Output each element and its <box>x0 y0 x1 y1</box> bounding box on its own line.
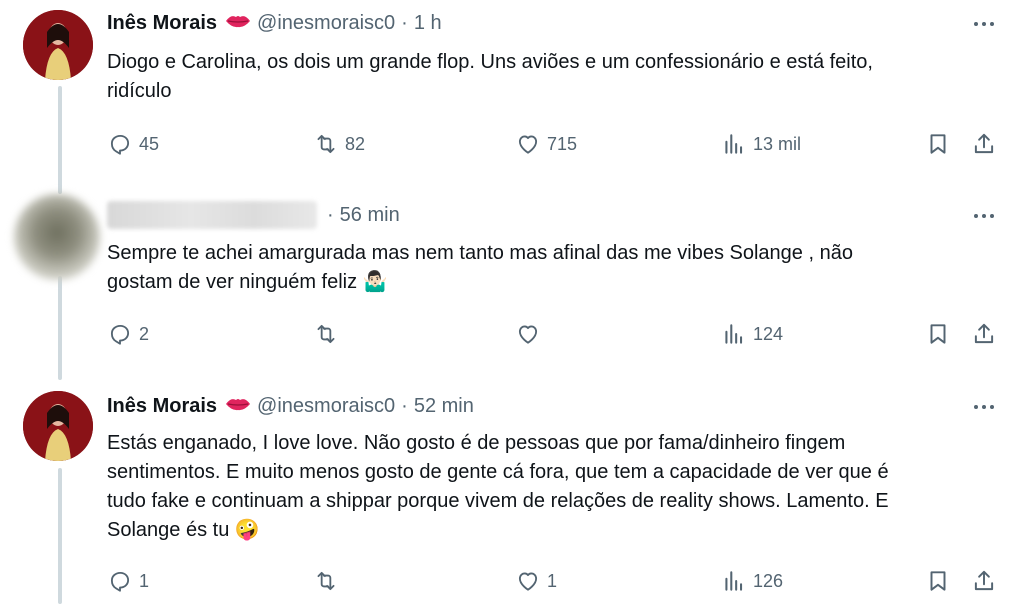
tweet[interactable]: Inês Morais @inesmoraisc0 · 1 h Diogo e … <box>0 8 1024 188</box>
bookmark-button[interactable] <box>925 130 951 158</box>
tweet-text: Sempre te achei amargurada mas nem tanto… <box>107 239 987 297</box>
tweet-text: Diogo e Carolina, os dois um grande flop… <box>107 48 987 106</box>
views-icon <box>721 321 747 347</box>
views-count: 126 <box>753 570 784 591</box>
views-button[interactable]: 124 <box>721 320 783 348</box>
timestamp[interactable]: 52 min <box>414 395 474 418</box>
views-count: 13 mil <box>753 133 802 154</box>
author-name[interactable]: Inês Morais <box>107 395 217 418</box>
avatar[interactable] <box>14 194 100 280</box>
retweet-button[interactable] <box>313 567 339 595</box>
retweet-icon <box>313 568 339 594</box>
reply-icon <box>107 568 133 594</box>
tweet-header: Inês Morais @inesmoraisc0 · 1 h <box>107 8 442 38</box>
like-icon <box>515 568 541 594</box>
tweet-text-line: gostam de ver ninguém feliz 🤷🏻‍♂️ <box>107 271 388 293</box>
avatar[interactable] <box>23 391 93 461</box>
retweet-count: 82 <box>345 133 366 154</box>
tweet-text: Estás enganado, I love love. Não gosto é… <box>107 429 987 545</box>
separator-dot: · <box>401 394 408 417</box>
like-button[interactable]: 1 <box>515 567 557 595</box>
lips-emoji-icon <box>225 12 251 35</box>
like-button[interactable] <box>515 320 541 348</box>
like-icon <box>515 131 541 157</box>
author-handle[interactable]: @inesmoraisc0 <box>257 395 395 418</box>
more-icon[interactable] <box>972 208 996 224</box>
views-icon <box>721 131 747 157</box>
like-button[interactable]: 715 <box>515 130 577 158</box>
author-handle[interactable]: @inesmoraisc0 <box>257 12 395 35</box>
share-button[interactable] <box>971 320 997 348</box>
like-icon <box>515 321 541 347</box>
share-button[interactable] <box>971 567 997 595</box>
reply-count: 45 <box>139 133 160 154</box>
author-name[interactable]: Inês Morais <box>107 12 217 35</box>
share-icon <box>971 568 997 594</box>
lips-emoji-icon <box>225 395 251 418</box>
tweet-text-line: Diogo e Carolina, os dois um grande flop… <box>107 51 873 73</box>
action-bar: 1 1 126 <box>107 567 997 595</box>
retweet-icon <box>313 131 339 157</box>
share-icon <box>971 321 997 347</box>
timestamp[interactable]: 1 h <box>414 12 442 35</box>
reply-icon <box>107 131 133 157</box>
bookmark-button[interactable] <box>925 320 951 348</box>
views-count: 124 <box>753 323 784 344</box>
tweet-text-line: Sempre te achei amargurada mas nem tanto… <box>107 242 853 264</box>
tweet-text-line: ridículo <box>107 80 172 102</box>
tweet[interactable]: · 56 min Sempre te achei amargurada mas … <box>0 194 1024 372</box>
tweet-text-line: tudo fake e continuam a shippar porque v… <box>107 490 889 512</box>
bookmark-icon <box>925 321 951 347</box>
reply-button[interactable]: 2 <box>107 320 149 348</box>
views-icon <box>721 568 747 594</box>
tweet-text-line: Estás enganado, I love love. Não gosto é… <box>107 432 846 454</box>
tweet-header: Inês Morais @inesmoraisc0 · 52 min <box>107 391 474 421</box>
retweet-button[interactable]: 82 <box>313 130 365 158</box>
retweet-icon <box>313 321 339 347</box>
tweet-text-line: sentimentos. E muito menos gosto de gent… <box>107 461 889 483</box>
retweet-button[interactable] <box>313 320 339 348</box>
bookmark-icon <box>925 568 951 594</box>
bookmark-icon <box>925 131 951 157</box>
more-icon[interactable] <box>972 399 996 415</box>
tweet-header: · 56 min <box>107 200 400 230</box>
more-icon[interactable] <box>972 16 996 32</box>
avatar[interactable] <box>23 10 93 80</box>
timestamp[interactable]: 56 min <box>340 204 400 227</box>
tweet[interactable]: Inês Morais @inesmoraisc0 · 52 min Estás… <box>0 391 1024 605</box>
reply-count: 2 <box>139 323 150 344</box>
separator-dot: · <box>401 11 408 34</box>
like-count: 715 <box>547 133 578 154</box>
reply-button[interactable]: 1 <box>107 567 149 595</box>
author-name-redacted <box>107 201 317 229</box>
bookmark-button[interactable] <box>925 567 951 595</box>
reply-count: 1 <box>139 570 150 591</box>
share-button[interactable] <box>971 130 997 158</box>
reply-button[interactable]: 45 <box>107 130 159 158</box>
views-button[interactable]: 13 mil <box>721 130 801 158</box>
share-icon <box>971 131 997 157</box>
action-bar: 45 82 715 13 mil <box>107 130 997 158</box>
reply-icon <box>107 321 133 347</box>
tweet-text-line: Solange és tu 🤪 <box>107 519 260 541</box>
action-bar: 2 124 <box>107 320 997 348</box>
views-button[interactable]: 126 <box>721 567 783 595</box>
like-count: 1 <box>547 570 558 591</box>
separator-dot: · <box>327 203 334 226</box>
